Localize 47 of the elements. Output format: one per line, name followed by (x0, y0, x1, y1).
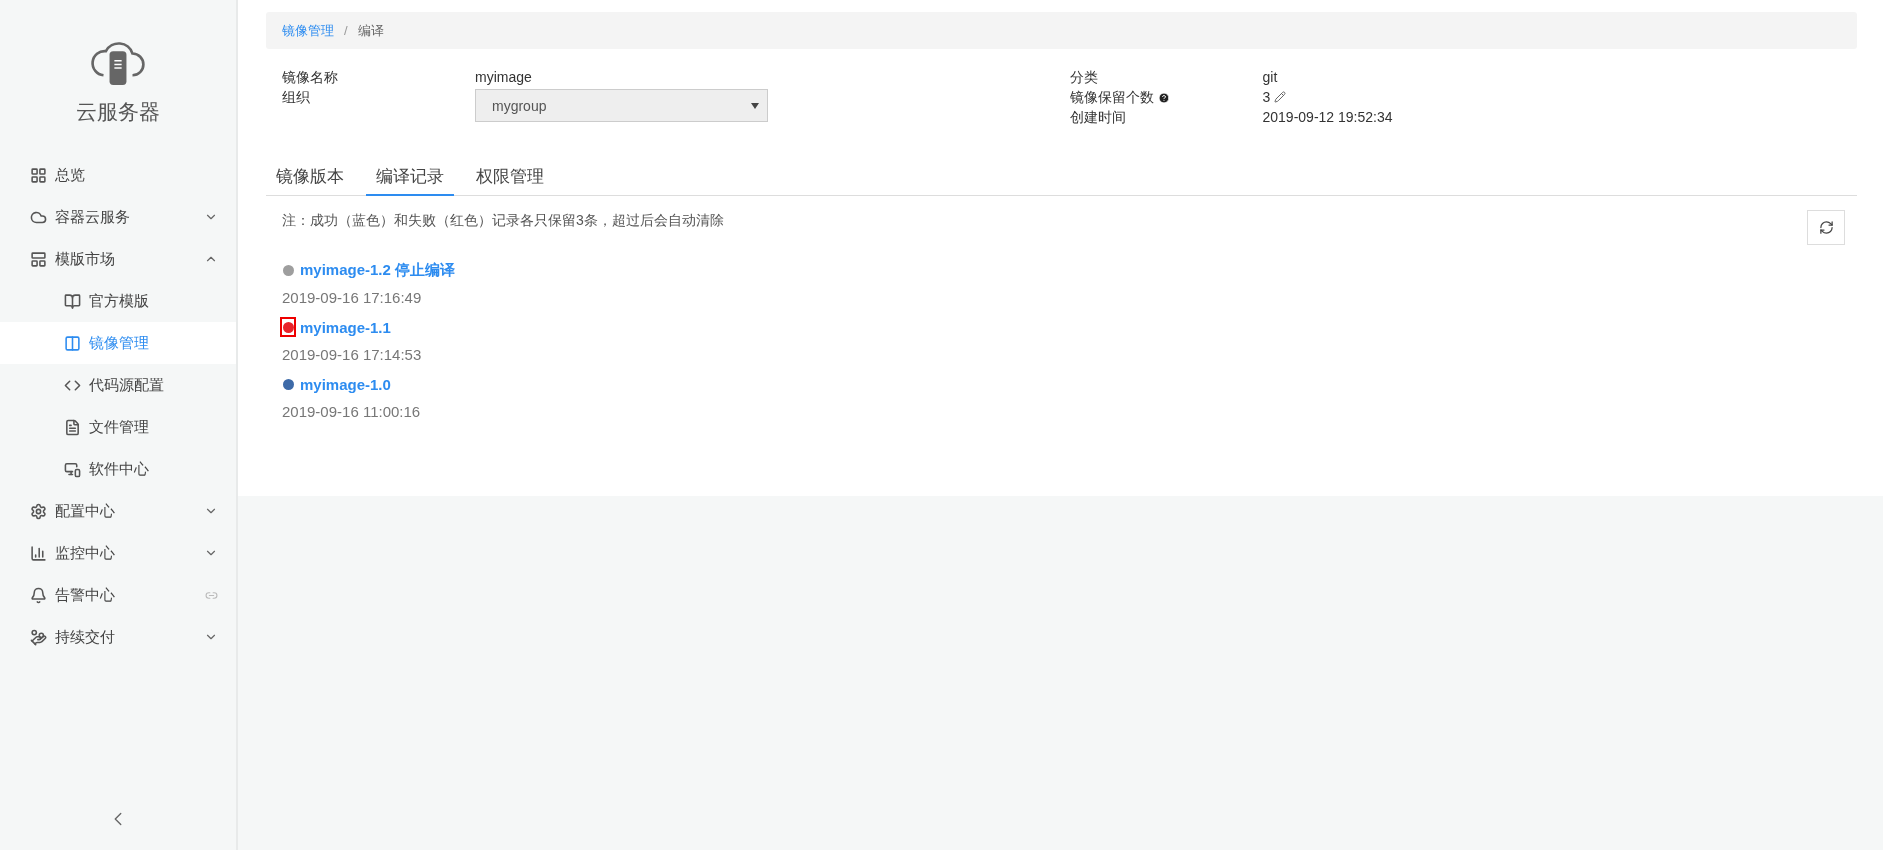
refresh-button[interactable] (1807, 210, 1845, 245)
caret-icon (751, 102, 759, 109)
file-icon (64, 418, 81, 436)
nav-item[interactable]: 告警中心 (0, 574, 236, 616)
devices-icon (64, 460, 81, 478)
info-value: 3 (1262, 89, 1271, 105)
nav-subitem[interactable]: 文件管理 (0, 406, 236, 448)
record-time: 2019-09-16 11:00:16 (281, 402, 422, 422)
nav-item[interactable]: 模版市场 (0, 238, 236, 280)
record-time: 2019-09-16 17:14:53 (281, 345, 423, 365)
nav-subitem[interactable]: 软件中心 (0, 448, 236, 490)
info-value: myimage (475, 69, 533, 85)
grid-icon (30, 166, 47, 184)
group-select[interactable]: mygroup (475, 89, 768, 122)
note-text: 注：成功（蓝色）和失败（红色）记录各只保留3条，超过后会自动清除 (282, 212, 724, 230)
breadcrumb-current: 编译 (357, 21, 384, 40)
nav-item[interactable]: 总览 (0, 154, 236, 196)
breadcrumb-separator: / (344, 23, 348, 38)
hand-coins-icon (30, 628, 47, 646)
nav-subitem[interactable]: 镜像管理 (0, 322, 236, 364)
gear-icon (30, 502, 47, 520)
info-label: 创建时间 (1069, 109, 1126, 127)
record-time: 2019-09-16 17:16:49 (281, 288, 423, 308)
book-icon (64, 292, 81, 310)
nav-item[interactable]: 容器云服务 (0, 196, 236, 238)
tab[interactable]: 编译记录 (366, 161, 454, 196)
columns-icon (64, 334, 81, 352)
nav-subitem[interactable]: 官方模版 (0, 280, 236, 322)
info-label: 分类 (1069, 69, 1098, 87)
app-title: 云服务器 (76, 99, 160, 125)
help-icon[interactable] (1157, 92, 1170, 104)
bell-icon (30, 586, 47, 604)
nav-item[interactable]: 配置中心 (0, 490, 236, 532)
info-value: 2019-09-12 19:52:34 (1262, 109, 1393, 125)
info-value: git (1262, 69, 1278, 85)
refresh-icon (1818, 220, 1834, 235)
edit-icon[interactable] (1274, 91, 1287, 103)
info-label: 组织 (282, 89, 311, 107)
nav-item[interactable]: 持续交付 (0, 616, 236, 658)
tab[interactable]: 镜像版本 (266, 161, 354, 196)
info-label: 镜像名称 (282, 69, 339, 87)
tab[interactable]: 权限管理 (466, 161, 554, 196)
nav-subitem[interactable]: 代码源配置 (0, 364, 236, 406)
info-label: 镜像保留个数 (1069, 89, 1154, 107)
nav-item[interactable]: 监控中心 (0, 532, 236, 574)
bar-chart-icon (30, 544, 47, 562)
layout-icon (30, 250, 47, 268)
